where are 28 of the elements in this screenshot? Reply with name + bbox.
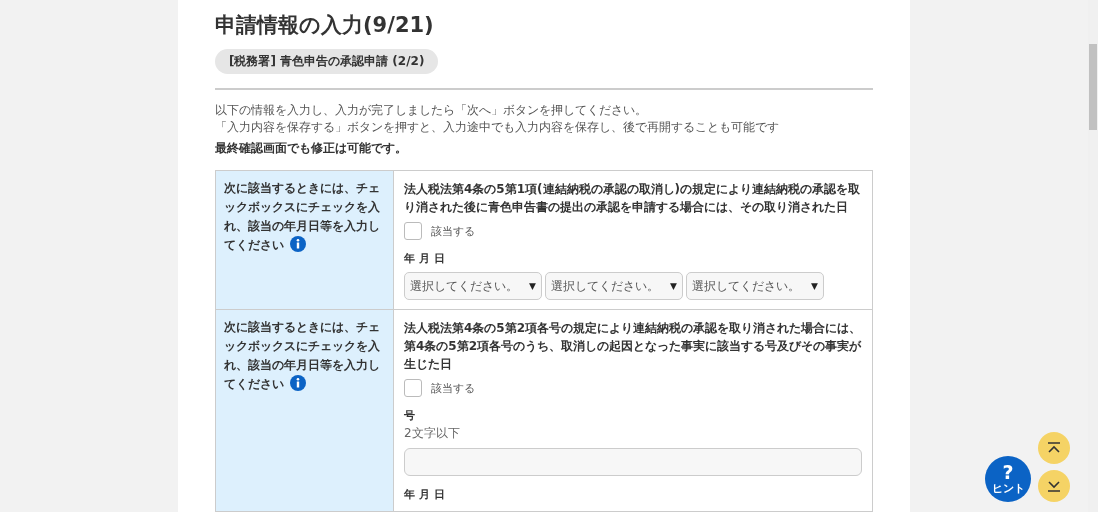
info-icon[interactable] [290,375,306,391]
instruction-text: 以下の情報を入力し、入力が完了しましたら「次へ」ボタンを押してください。 [215,102,648,119]
hint-button[interactable]: ? ヒント [985,456,1031,502]
field-label: 号 [404,408,416,423]
info-icon[interactable] [290,236,306,252]
instruction-text: 「入力内容を保存する」ボタンを押すと、入力途中でも入力内容を保存し、後で再開することも可能です [215,119,780,136]
note-text: 最終確認画面でも修正は可能です。 [215,140,408,157]
row-header: 次に該当するときには、チェックボックスにチェックを入れ、該当の年月日等を入力してください [216,171,394,309]
question-text: 法人税法第4条の5第1項(連結納税の承認の取消し)の規定により連結納税の承認を取り消された後に青色申告書の提出の承認を申請する場合には、その取り消された日 [404,181,862,216]
dropdown[interactable]: 選択してください。 ▼ [545,272,683,300]
dropdown[interactable]: 選択してください。 ▼ [404,272,542,300]
scroll-top-button[interactable] [1038,432,1070,464]
checkbox[interactable] [404,379,422,397]
chevron-down-icon [1047,480,1061,492]
field-hint: 2文字以下 [404,425,461,442]
field-label: 年 月 日 [404,251,446,266]
input-field[interactable] [404,448,862,476]
page-title: 申請情報の入力(9/21) [215,12,435,39]
field-label: 年 月 日 [404,487,446,502]
scroll-bottom-button[interactable] [1038,470,1070,502]
row-header: 次に該当するときには、チェックボックスにチェックを入れ、該当の年月日等を入力してください [216,310,394,511]
checkbox-label[interactable]: 該当する [431,380,475,396]
checkbox-label[interactable]: 該当する [431,223,475,239]
dropdown[interactable]: 選択してください。 ▼ [686,272,824,300]
checkbox[interactable] [404,222,422,240]
question-text: 法人税法第4条の5第2項各号の規定により連結納税の承認を取り消された場合には、第4条の5第2項各号のうち、取消しの起因となった事実に該当する号及びその事実が生じた日 [404,320,862,373]
chevron-up-icon [1047,442,1061,454]
section-badge: [税務署] 青色申告の承認申請 (2/2) [215,49,439,74]
